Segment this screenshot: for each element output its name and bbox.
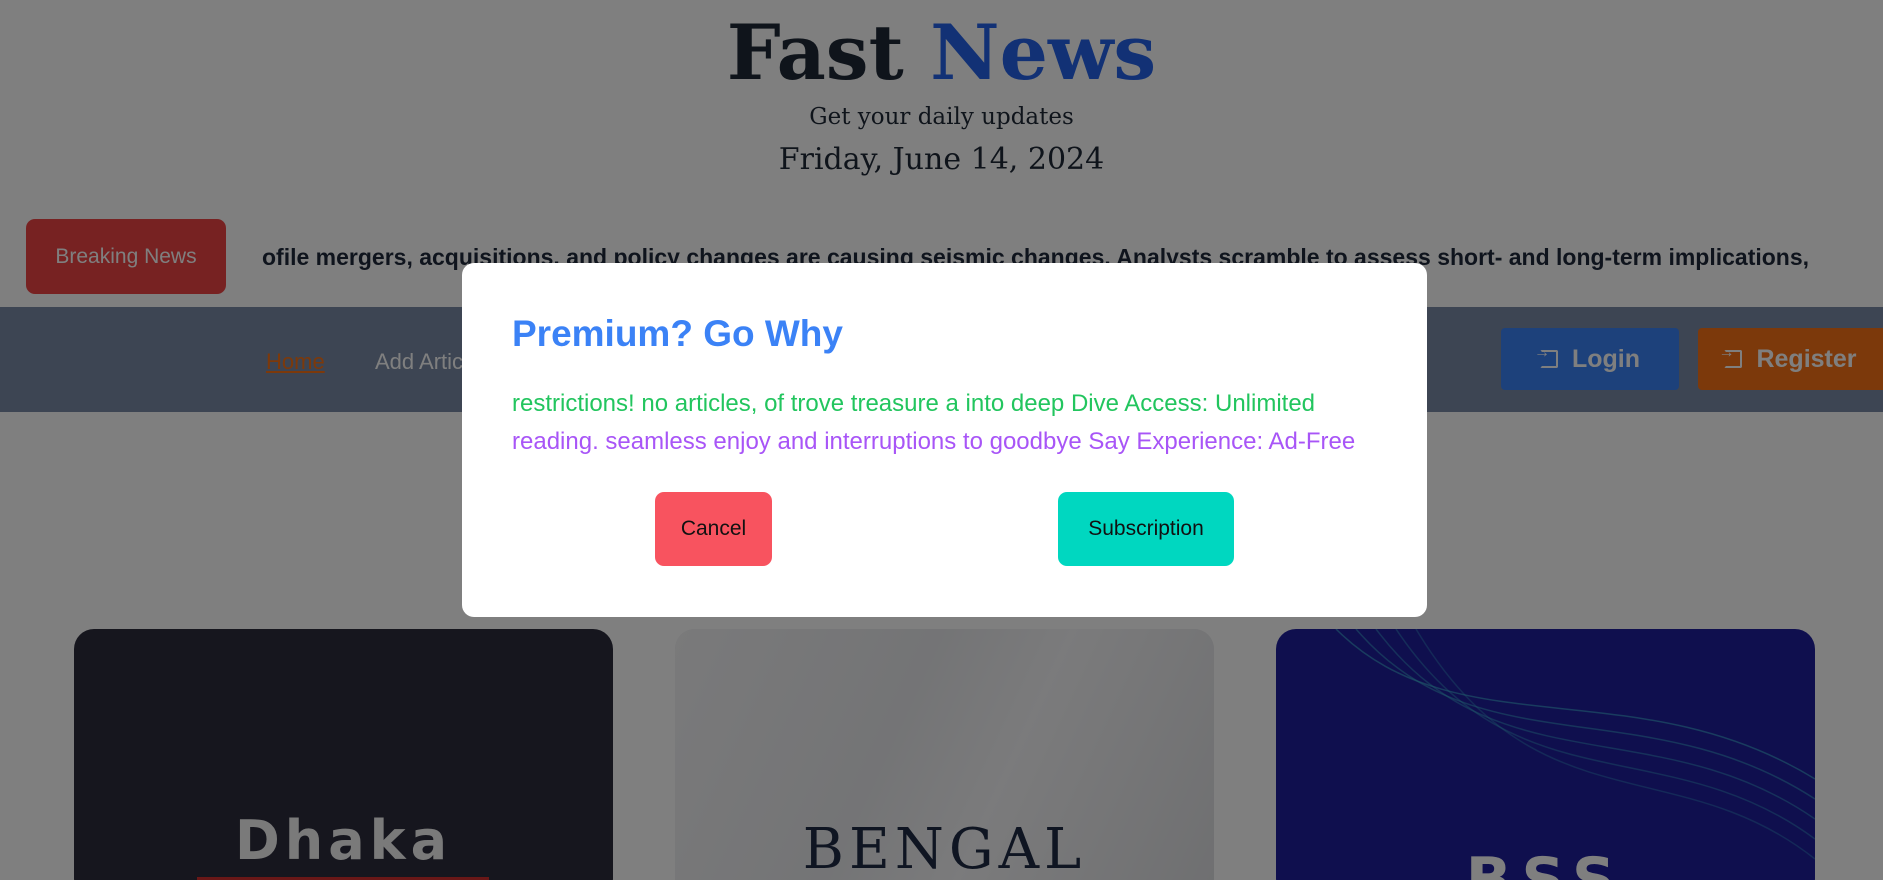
cancel-button[interactable]: Cancel xyxy=(655,492,772,566)
modal-title: Premium? Go Why xyxy=(512,313,843,354)
premium-modal: Premium? Go Why restrictions! no article… xyxy=(462,263,1427,617)
modal-text-line-2: reading. seamless enjoy and interruption… xyxy=(512,428,1356,455)
modal-text-line-1: restrictions! no articles, of trove trea… xyxy=(512,390,1316,417)
subscription-button[interactable]: Subscription xyxy=(1058,492,1234,566)
